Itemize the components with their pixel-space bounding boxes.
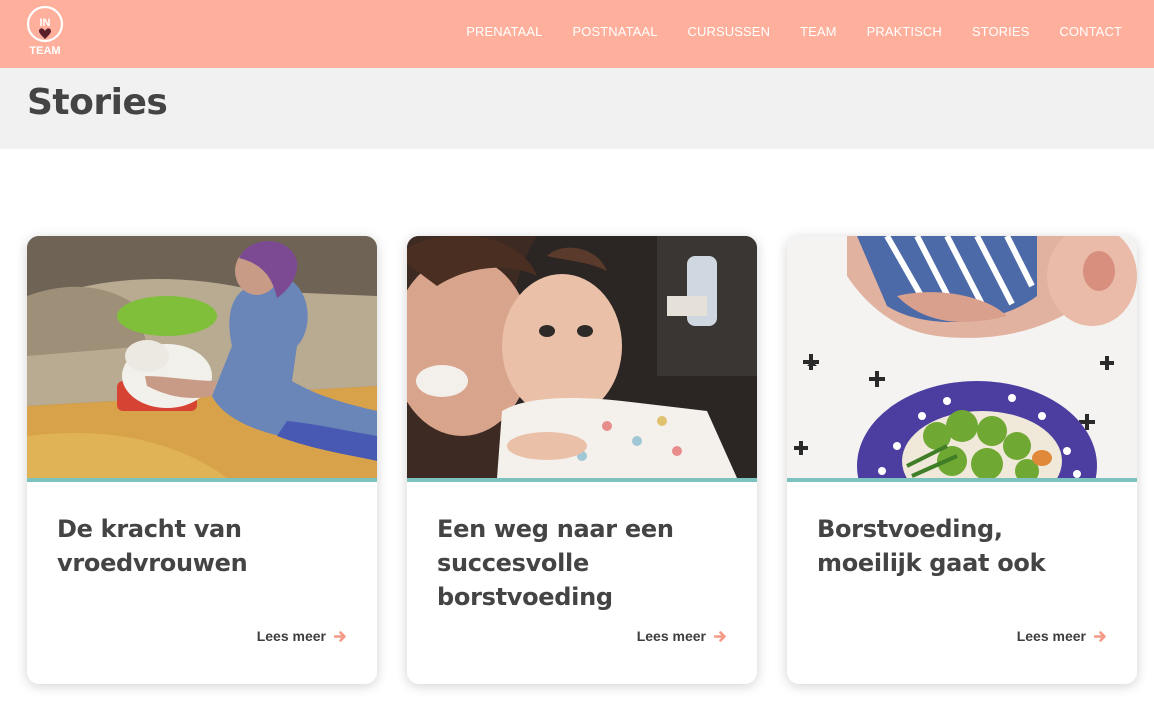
- nav-item-contact[interactable]: CONTACT: [1059, 24, 1122, 39]
- page-title: Stories: [27, 82, 168, 123]
- nav-item-praktisch[interactable]: PRAKTISCH: [867, 24, 942, 39]
- card-title[interactable]: Borstvoeding, moeilijk gaat ook: [817, 512, 1113, 580]
- read-more-label: Lees meer: [256, 628, 326, 644]
- nav-item-prenataal[interactable]: PRENATAAL: [466, 24, 542, 39]
- nav-item-cursussen[interactable]: CURSUSSEN: [688, 24, 771, 39]
- logo[interactable]: IN TEAM: [26, 5, 66, 57]
- card-title[interactable]: Een weg naar een succesvolle borstvoedin…: [437, 512, 733, 614]
- read-more-link[interactable]: Lees meer: [1017, 628, 1107, 644]
- logo-bottom-text: TEAM: [29, 45, 60, 57]
- read-more-link[interactable]: Lees meer: [257, 628, 347, 644]
- logo-top-text: IN: [40, 17, 51, 29]
- story-card[interactable]: Borstvoeding, moeilijk gaat ook Lees mee…: [787, 236, 1137, 684]
- card-divider: [787, 478, 1137, 482]
- nav-item-stories[interactable]: STORIES: [972, 24, 1030, 39]
- card-divider: [407, 478, 757, 482]
- story-card[interactable]: Een weg naar een succesvolle borstvoedin…: [407, 236, 757, 684]
- page-title-band: Stories: [0, 68, 1154, 149]
- breastfeeding-with-vegetable-plate-photo[interactable]: [787, 236, 1137, 478]
- arrow-right-icon: [334, 630, 346, 642]
- midwife-with-newborn-photo[interactable]: [27, 236, 377, 478]
- read-more-label: Lees meer: [636, 628, 706, 644]
- card-title[interactable]: De kracht van vroedvrouwen: [57, 512, 353, 580]
- site-header: IN TEAM PRENATAAL POSTNATAAL CURSUSSEN T…: [0, 0, 1154, 68]
- card-divider: [27, 478, 377, 482]
- story-card[interactable]: De kracht van vroedvrouwen Lees meer: [27, 236, 377, 684]
- main-nav: PRENATAAL POSTNATAAL CURSUSSEN TEAM PRAK…: [466, 0, 1122, 62]
- nav-item-postnataal[interactable]: POSTNATAAL: [572, 24, 657, 39]
- arrow-right-icon: [1094, 630, 1106, 642]
- mother-and-baby-selfie-photo[interactable]: [407, 236, 757, 478]
- nav-item-team[interactable]: TEAM: [800, 24, 837, 39]
- arrow-right-icon: [714, 630, 726, 642]
- heart-icon: [39, 28, 51, 39]
- read-more-link[interactable]: Lees meer: [637, 628, 727, 644]
- read-more-label: Lees meer: [1016, 628, 1086, 644]
